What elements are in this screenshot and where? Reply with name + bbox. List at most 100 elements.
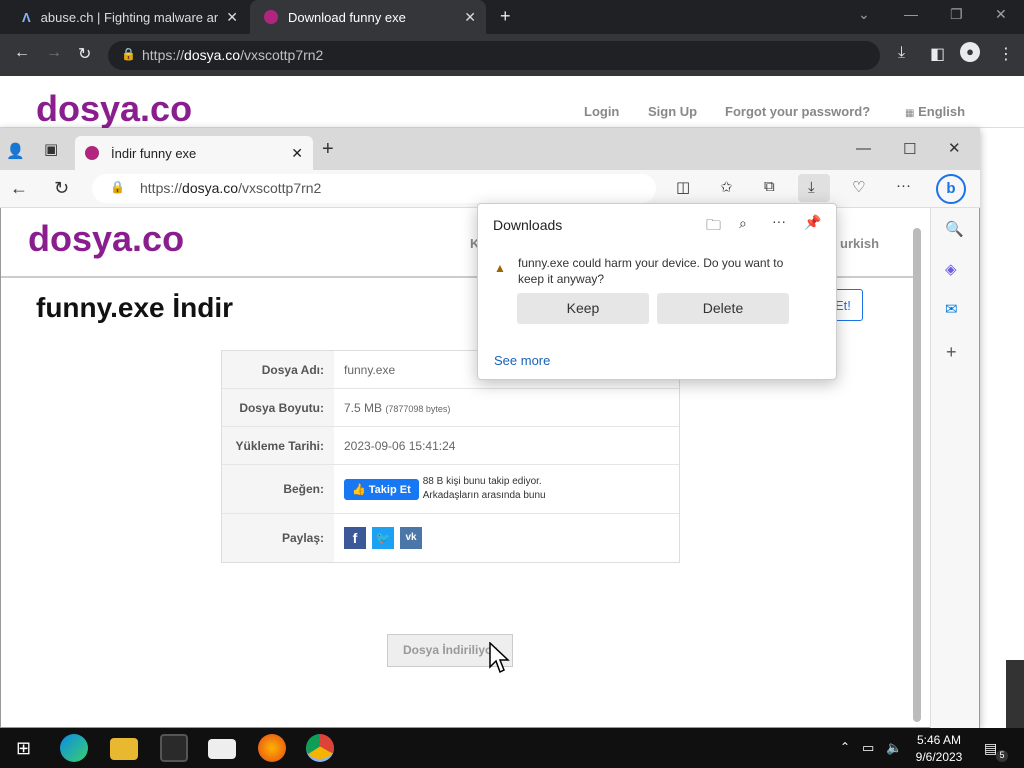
mail-icon[interactable] xyxy=(208,739,236,759)
like-friends-text: Arkadaşların arasında bunu xyxy=(422,490,546,501)
search-icon[interactable]: ⌕ xyxy=(739,215,747,232)
like-text: 88 B kişi bunu takip ediyor. Arkadaşların… xyxy=(423,475,546,503)
minimize-icon[interactable]: — xyxy=(904,6,918,22)
row-key: Paylaş: xyxy=(222,514,334,562)
tab-title: abuse.ch | Fighting malware and xyxy=(40,9,219,25)
reload-icon[interactable]: ↻ xyxy=(54,178,69,199)
flag-icon: ▦ xyxy=(905,108,915,119)
row-value: funny.exe xyxy=(344,362,396,377)
lock-icon: 🔒 xyxy=(110,180,125,194)
volume-icon[interactable]: 🔈 xyxy=(886,740,902,756)
favorites-icon[interactable]: ✩ xyxy=(720,178,733,196)
side-panel-icon[interactable]: ◧ xyxy=(930,44,945,64)
delete-button[interactable]: Delete xyxy=(657,293,789,324)
network-icon[interactable]: ▭ xyxy=(862,740,874,756)
reload-icon[interactable]: ↻ xyxy=(78,44,91,64)
add-icon[interactable]: + xyxy=(946,342,957,363)
language-link[interactable]: ▦ English xyxy=(905,104,965,119)
bg-site-logo[interactable]: dosya.co xyxy=(36,88,192,130)
bg-scroll-area xyxy=(1006,660,1024,728)
download-icon[interactable]: ⤓ xyxy=(898,44,905,62)
file-info-table: Dosya Adı: funny.exe Dosya Boyutu: 7.5 M… xyxy=(221,350,680,563)
restore-icon[interactable]: ❐ xyxy=(950,6,963,23)
keep-button[interactable]: Keep xyxy=(517,293,649,324)
tab-actions-icon[interactable]: ▣ xyxy=(44,140,58,158)
minimize-icon[interactable]: — xyxy=(856,140,871,157)
windows-start-icon[interactable]: ⊞ xyxy=(16,738,31,759)
table-row: Dosya Boyutu: 7.5 MB (7877098 bytes) xyxy=(222,389,679,427)
page-scrollbar[interactable] xyxy=(912,212,922,727)
scroll-thumb[interactable] xyxy=(913,228,921,722)
maximize-icon[interactable]: ☐ xyxy=(903,140,916,158)
profile-icon[interactable]: 👤 xyxy=(6,142,25,160)
forward-icon[interactable]: → xyxy=(46,44,62,62)
new-tab-icon[interactable]: + xyxy=(322,138,334,161)
folder-icon[interactable]: 🗀 xyxy=(706,215,721,240)
twitter-icon[interactable]: 🐦 xyxy=(372,527,394,549)
profile-icon[interactable]: ● xyxy=(960,42,980,62)
new-tab-icon[interactable]: + xyxy=(500,6,511,27)
url-path: /vxscottp7rn2 xyxy=(238,180,322,196)
login-link[interactable]: Login xyxy=(584,104,619,119)
tab-title: Download funny exe xyxy=(288,9,406,25)
abuse-favicon-icon: Λ xyxy=(22,9,31,25)
language-partial[interactable]: urkish xyxy=(840,236,879,251)
edge-address-bar[interactable]: 🔒 https://dosya.co/vxscottp7rn2 xyxy=(92,174,656,203)
chrome-tab-abuse[interactable]: Λ abuse.ch | Fighting malware and ✕ xyxy=(8,0,248,34)
row-value: 7.5 MB xyxy=(344,400,383,415)
close-icon[interactable]: ✕ xyxy=(464,9,476,26)
vk-icon[interactable]: vk xyxy=(400,527,422,549)
facebook-icon[interactable]: f xyxy=(344,527,366,549)
shopping-icon[interactable]: ◈ xyxy=(945,260,957,278)
url-host: dosya.co xyxy=(184,47,241,63)
clock-time[interactable]: 5:46 AM xyxy=(916,733,962,747)
pin-icon[interactable]: 📌 xyxy=(804,214,821,231)
table-row: Yükleme Tarihi: 2023-09-06 15:41:24 xyxy=(222,427,679,465)
forgot-password-link[interactable]: Forgot your password? xyxy=(725,104,870,119)
chevron-up-icon[interactable]: ⌃ xyxy=(840,740,850,754)
outlook-icon[interactable]: ✉ xyxy=(945,300,958,318)
back-icon[interactable]: ← xyxy=(10,178,28,199)
more-icon[interactable]: ··· xyxy=(772,213,786,229)
bing-copilot-icon[interactable]: b xyxy=(936,174,966,204)
search-icon[interactable]: 🔍 xyxy=(945,220,964,238)
more-icon[interactable]: ··· xyxy=(896,177,911,194)
file-explorer-icon[interactable] xyxy=(110,738,138,760)
chrome-address-bar[interactable]: 🔒 https://dosya.co/vxscottp7rn2 xyxy=(108,41,880,70)
warning-icon: ▲ xyxy=(494,261,506,275)
chevron-down-icon[interactable]: ⌄ xyxy=(858,6,870,23)
warning-text: funny.exe could harm your device. Do you… xyxy=(518,255,828,287)
edge-tab-indir[interactable]: İndir funny exe ✕ xyxy=(75,136,313,170)
like-count-text: 88 B kişi bunu takip ediyor. xyxy=(422,476,542,487)
like-button[interactable]: 👍 Takip Et xyxy=(344,478,419,500)
back-icon[interactable]: ← xyxy=(14,44,30,62)
edge-taskbar-icon[interactable] xyxy=(60,734,88,762)
firefox-icon[interactable] xyxy=(258,734,286,762)
like-label: Takip Et xyxy=(368,483,411,496)
split-screen-icon[interactable]: ◫ xyxy=(676,178,690,196)
close-window-icon[interactable]: ✕ xyxy=(948,139,961,157)
menu-icon[interactable]: ⋮ xyxy=(998,44,1014,64)
site-logo[interactable]: dosya.co xyxy=(28,218,184,260)
close-icon[interactable]: ✕ xyxy=(226,9,238,26)
url-host: dosya.co xyxy=(182,180,239,196)
url-prefix: https:// xyxy=(140,180,183,196)
clock-date[interactable]: 9/6/2023 xyxy=(914,750,964,764)
like-widget: 👍 Takip Et 88 B kişi bunu takip ediyor. A… xyxy=(334,475,546,503)
language-label: English xyxy=(918,104,966,119)
chrome-taskbar-icon[interactable] xyxy=(306,734,334,762)
close-window-icon[interactable]: ✕ xyxy=(995,6,1007,23)
row-key: Dosya Adı: xyxy=(222,351,334,388)
see-more-link[interactable]: See more xyxy=(494,353,550,368)
dosya-favicon-icon xyxy=(264,10,278,24)
close-icon[interactable]: ✕ xyxy=(291,145,303,162)
performance-icon[interactable]: ♡ xyxy=(852,178,865,196)
downloads-icon[interactable]: ⤓ xyxy=(798,174,830,202)
store-icon[interactable] xyxy=(160,734,188,762)
downloads-flyout: Downloads 🗀 ⌕ ··· 📌 ▲ funny.exe could ha… xyxy=(477,203,837,380)
signup-link[interactable]: Sign Up xyxy=(648,104,697,119)
collections-icon[interactable]: ⧉ xyxy=(764,178,775,195)
chrome-tab-download[interactable]: Download funny exe ✕ xyxy=(250,0,486,34)
edge-sidebar: 🔍 ◈ ✉ + xyxy=(930,208,979,728)
dosya-favicon-icon xyxy=(85,146,99,160)
